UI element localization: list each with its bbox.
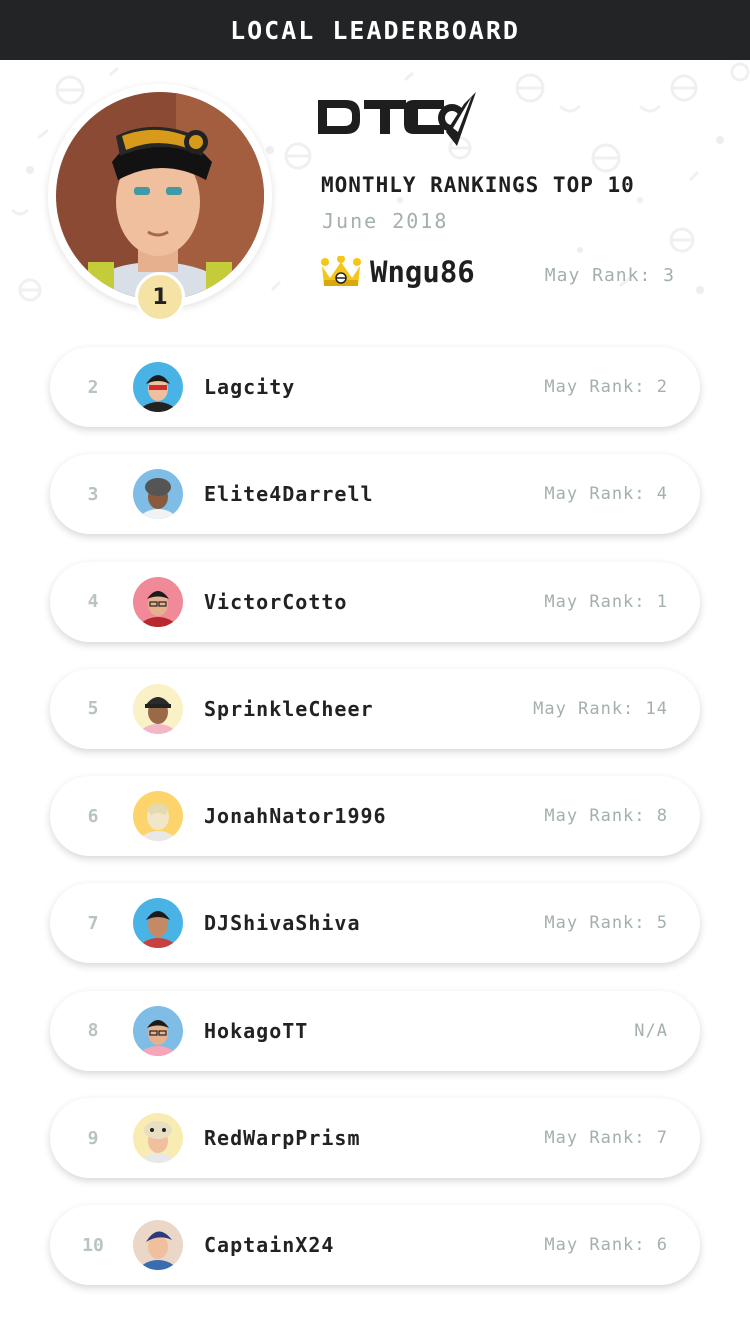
winner-avatar[interactable]	[56, 92, 264, 300]
player-avatar	[133, 576, 183, 627]
previous-rank: May Rank: 2	[544, 377, 668, 397]
rankings-list: 2 Lagcity May Rank: 2 3 Elite4Darrell Ma…	[50, 347, 700, 1313]
player-name: Elite4Darrell	[204, 482, 374, 507]
player-name: HokagoTT	[204, 1018, 309, 1043]
ranking-row[interactable]: 3 Elite4Darrell May Rank: 4	[50, 454, 700, 535]
player-name: JonahNator1996	[204, 804, 387, 829]
page-title: LOCAL LEADERBOARD	[230, 15, 520, 45]
row-rank: 3	[87, 483, 99, 505]
rankings-period: June 2018	[322, 209, 449, 233]
row-rank: 6	[87, 805, 99, 827]
player-avatar	[133, 362, 183, 412]
player-name: VictorCotto	[204, 589, 348, 614]
player-name: SprinkleCheer	[204, 696, 374, 721]
previous-rank: N/A	[634, 1020, 668, 1041]
previous-rank: May Rank: 6	[544, 1235, 668, 1256]
previous-rank: May Rank: 4	[544, 484, 668, 505]
top-bar: LOCAL LEADERBOARD	[0, 0, 750, 60]
player-avatar	[133, 1220, 183, 1271]
player-avatar	[133, 791, 183, 842]
player-name: Lagcity	[204, 375, 296, 399]
player-avatar	[133, 1113, 183, 1164]
row-rank: 10	[82, 1234, 104, 1256]
winner-name[interactable]: Wngu86	[370, 255, 475, 289]
ranking-row[interactable]: 5 SprinkleCheer May Rank: 14	[50, 668, 700, 749]
player-name: DJShivaShiva	[204, 911, 361, 936]
player-avatar	[133, 469, 183, 520]
previous-rank: May Rank: 8	[544, 806, 668, 827]
winner-avatar-image	[56, 92, 264, 300]
previous-rank: May Rank: 1	[544, 591, 668, 612]
ranking-row[interactable]: 2 Lagcity May Rank: 2	[50, 347, 700, 427]
player-name: RedWarpPrism	[204, 1126, 361, 1151]
row-rank: 8	[87, 1020, 99, 1042]
ranking-row[interactable]: 6 JonahNator1996 May Rank: 8	[50, 776, 700, 857]
row-rank: 9	[87, 1127, 99, 1149]
player-avatar	[133, 1005, 183, 1056]
row-rank: 4	[87, 591, 99, 613]
ranking-row[interactable]: 4 VictorCotto May Rank: 1	[50, 561, 700, 642]
rankings-title: MONTHLY RANKINGS TOP 10	[321, 173, 635, 197]
ranking-row[interactable]: 8 HokagoTT N/A	[50, 990, 700, 1071]
row-rank: 5	[87, 698, 99, 720]
ranking-row[interactable]: 10 CaptainX24 May Rank: 6	[50, 1205, 700, 1286]
rank-one-badge: 1	[135, 272, 185, 322]
winner-previous-rank: May Rank: 3	[544, 265, 675, 286]
ranking-row[interactable]: 9 RedWarpPrism May Rank: 7	[50, 1098, 700, 1179]
player-name: CaptainX24	[204, 1233, 335, 1258]
previous-rank: May Rank: 14	[533, 698, 668, 719]
previous-rank: May Rank: 5	[544, 913, 668, 934]
player-avatar	[133, 898, 183, 949]
dtc-logo	[318, 92, 476, 146]
player-avatar	[133, 683, 183, 734]
row-rank: 7	[87, 912, 99, 934]
row-rank: 2	[87, 376, 99, 398]
ranking-row[interactable]: 7 DJShivaShiva May Rank: 5	[50, 883, 700, 964]
previous-rank: May Rank: 7	[544, 1128, 668, 1149]
crown-icon	[321, 256, 361, 286]
